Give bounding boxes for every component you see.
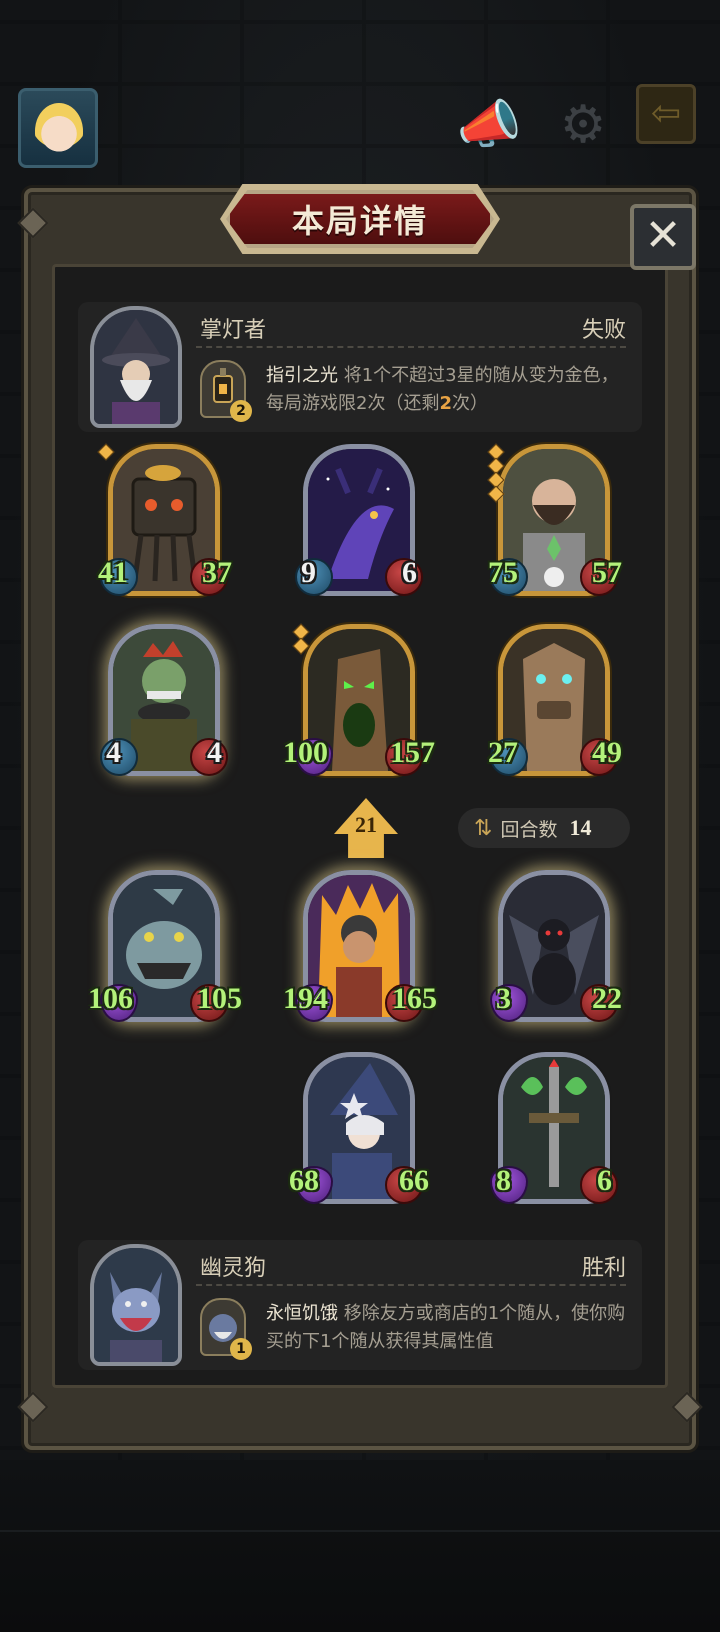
background-floor [0, 1460, 720, 1632]
megaphone-icon[interactable]: 📣 [456, 92, 522, 158]
opponent-skill-name: 永恒饥饿 [266, 1303, 338, 1324]
opponent-result: 胜利 [581, 1256, 626, 1281]
minion-health: 105 [197, 982, 242, 1015]
minion-attack: 75 [488, 556, 518, 589]
wizard-portrait-icon [94, 310, 178, 424]
minion-attack: 100 [283, 736, 328, 769]
divider [196, 346, 626, 348]
opponent-hero-name: 幽灵狗 [200, 1256, 267, 1281]
minion-health: 6 [402, 556, 417, 589]
ghost-dog-portrait-icon [94, 1248, 178, 1362]
refresh-cycle-icon: ⇅ [474, 815, 493, 841]
minion-attack: 106 [88, 982, 133, 1015]
tavern-tier-value: 21 [355, 812, 377, 837]
star-rank [292, 623, 310, 655]
opponent-minion-card[interactable]: 3 22 [490, 870, 622, 1022]
minion-attack: 194 [283, 982, 328, 1015]
player-hero-name: 掌灯者 [200, 318, 267, 343]
minion-health: 6 [597, 1164, 612, 1197]
lantern-skill-icon[interactable]: 2 [200, 360, 252, 422]
opponent-minion-card[interactable]: 68 66 [289, 1052, 429, 1204]
close-icon: ✕ [644, 210, 682, 261]
minion-attack: 8 [496, 1164, 511, 1197]
minion-health: 4 [207, 736, 222, 769]
avatar-face [35, 103, 83, 159]
player-minion-card[interactable]: 27 49 [488, 624, 622, 776]
exit-button[interactable]: ⇦ [636, 84, 696, 144]
player-skill-name: 指引之光 [266, 365, 338, 386]
minion-attack: 3 [496, 982, 511, 1015]
player-result: 失败 [581, 318, 626, 343]
tavern-tier-badge: 21 [334, 798, 398, 858]
player-hero-portrait[interactable] [90, 306, 182, 428]
title-plate: 本局详情 [226, 190, 494, 248]
close-button[interactable]: ✕ [630, 204, 696, 270]
minion-health: 66 [399, 1164, 429, 1197]
background-floor-line [0, 1530, 720, 1532]
turn-counter: ⇅ 回合数 14 [458, 808, 630, 848]
minion-attack: 41 [98, 556, 128, 589]
opponent-skill-description: 永恒饥饿 移除友方或商店的1个随从，使你购买的下1个随从获得其属性值 [266, 1300, 626, 1356]
player-avatar-button[interactable] [18, 88, 98, 168]
star-rank [487, 443, 505, 503]
divider [196, 1284, 626, 1286]
player-minion-card[interactable]: 100 157 [283, 623, 435, 776]
gear-icon[interactable]: ⚙ [550, 92, 616, 158]
minion-health: 49 [592, 736, 622, 769]
opponent-minion-card[interactable]: 194 165 [283, 870, 437, 1022]
star-rank [97, 443, 115, 461]
player-hero-panel: 掌灯者 失败 2 指引之光 将1个不超过3星的随从变为金色，每局游戏限2次（还剩… [78, 302, 642, 432]
skill-level-badge: 1 [230, 1338, 252, 1360]
minion-health: 22 [592, 982, 622, 1015]
turn-label: 回合数 [500, 818, 558, 841]
minion-health: 165 [392, 982, 437, 1015]
minion-attack: 27 [488, 736, 518, 769]
skill-desc-end: 次） [451, 393, 488, 414]
minion-health: 157 [390, 736, 435, 769]
opponent-minion-card[interactable]: 106 105 [88, 870, 242, 1022]
page-title: 本局详情 [291, 202, 428, 240]
opponent-hero-panel: 幽灵狗 胜利 1 永恒饥饿 移除友方或商店的1个随从，使你购买的下1个随从获得其… [78, 1240, 642, 1370]
player-minion-card[interactable]: 9 6 [295, 444, 423, 596]
player-minion-card[interactable]: 4 4 [100, 624, 228, 776]
player-minion-card[interactable]: 41 37 [97, 443, 232, 596]
player-minion-card[interactable]: 75 57 [487, 443, 622, 596]
minion-attack: 68 [289, 1164, 319, 1197]
hunger-skill-icon[interactable]: 1 [200, 1298, 252, 1360]
minion-attack: 9 [301, 556, 316, 589]
skill-remaining-count: 2 [439, 393, 452, 414]
opponent-hero-portrait[interactable] [90, 1244, 182, 1366]
skill-level-badge: 2 [230, 400, 252, 422]
opponent-minion-card[interactable]: 8 6 [490, 1052, 618, 1204]
minion-attack: 4 [106, 736, 121, 769]
minion-health: 57 [592, 556, 622, 589]
minion-health: 37 [202, 556, 232, 589]
turn-value: 14 [569, 815, 592, 840]
player-skill-description: 指引之光 将1个不超过3星的随从变为金色，每局游戏限2次（还剩2次） [266, 362, 626, 418]
